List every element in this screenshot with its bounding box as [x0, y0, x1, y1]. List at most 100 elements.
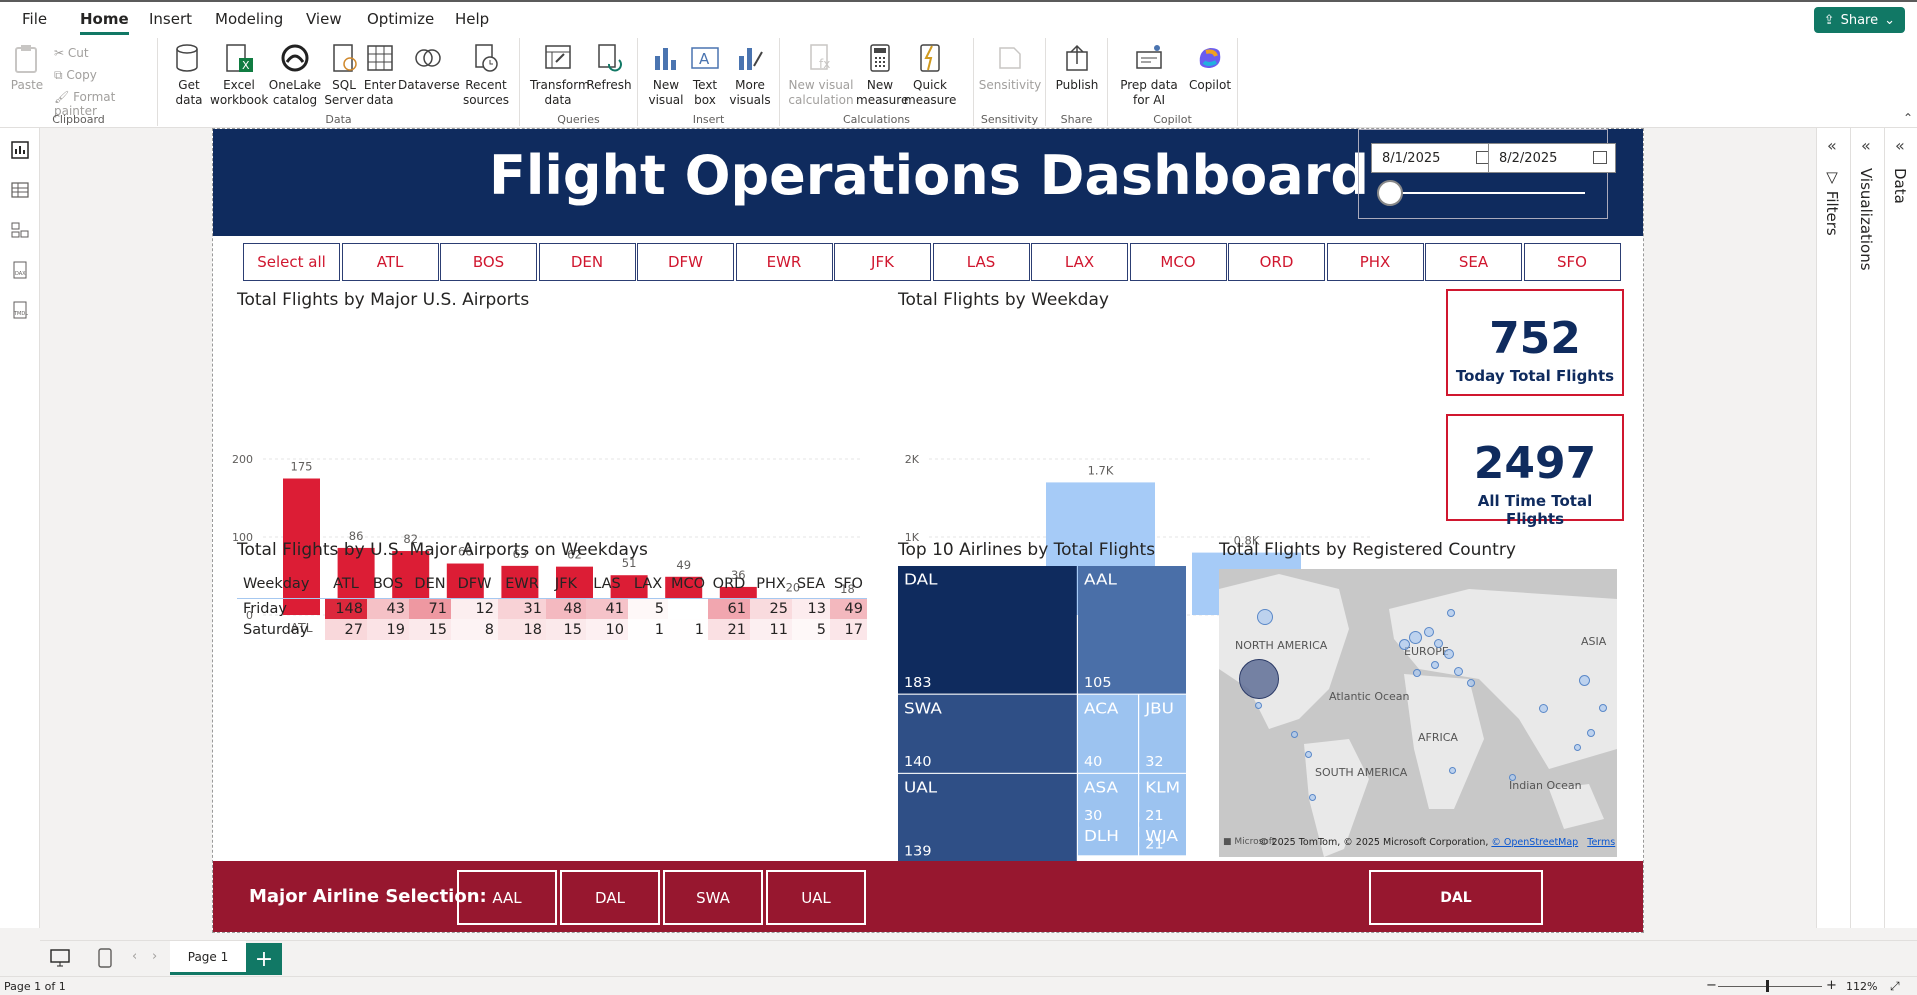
- dataverse-button[interactable]: Dataverse: [398, 42, 460, 93]
- matrix-column-header[interactable]: DEN: [409, 571, 451, 598]
- zoom-slider-track[interactable]: [1718, 986, 1822, 987]
- zoom-out-button[interactable]: −: [1706, 978, 1717, 993]
- date-slider-track[interactable]: [1389, 192, 1585, 194]
- menu-tab-view[interactable]: View: [306, 10, 342, 28]
- terms-link[interactable]: Terms: [1587, 837, 1615, 848]
- treemap-cell-jbu[interactable]: JBU 32: [1139, 694, 1186, 773]
- map-bubble[interactable]: [1409, 631, 1422, 644]
- openstreetmap-link[interactable]: © OpenStreetMap: [1491, 837, 1578, 848]
- data-pane[interactable]: « Data: [1884, 128, 1917, 928]
- treemap-cell-ual[interactable]: UAL 139: [898, 773, 1077, 862]
- report-view-icon[interactable]: [10, 140, 30, 160]
- airline-button-ual[interactable]: UAL: [766, 870, 866, 925]
- dax-query-view-icon[interactable]: DAX: [10, 260, 30, 280]
- paste-button[interactable]: Paste: [8, 42, 46, 93]
- map-bubble[interactable]: [1454, 667, 1463, 676]
- map-bubble[interactable]: [1434, 639, 1443, 648]
- treemap-cell-dlh[interactable]: DLH: [1078, 822, 1138, 856]
- new-visual-button[interactable]: New visual: [646, 42, 686, 108]
- visualizations-pane[interactable]: « Visualizations: [1850, 128, 1884, 928]
- onelake-catalog-button[interactable]: OneLake catalog: [266, 42, 324, 108]
- sql-server-button[interactable]: SQL Server: [324, 42, 364, 108]
- airport-button-dfw[interactable]: DFW: [637, 243, 734, 281]
- enter-data-button[interactable]: Enter data: [362, 42, 398, 108]
- map-bubble[interactable]: [1257, 609, 1273, 625]
- desktop-layout-icon[interactable]: [50, 949, 70, 967]
- map-bubble[interactable]: [1509, 774, 1516, 781]
- airport-select-all-button[interactable]: Select all: [243, 243, 340, 281]
- table-view-icon[interactable]: [10, 180, 30, 200]
- copy-button[interactable]: ⧉ Copy: [54, 68, 97, 83]
- menu-tab-insert[interactable]: Insert: [149, 10, 192, 28]
- menu-tab-modeling[interactable]: Modeling: [215, 10, 283, 28]
- map-bubble[interactable]: [1424, 627, 1434, 637]
- map-bubble[interactable]: [1431, 661, 1439, 669]
- menu-tab-home[interactable]: Home: [80, 10, 129, 35]
- matrix-column-header[interactable]: PHX: [750, 571, 792, 598]
- matrix-row-header[interactable]: Friday: [237, 598, 325, 619]
- matrix-column-header[interactable]: SEA: [792, 571, 830, 598]
- collapse-ribbon-icon[interactable]: ⌃: [1903, 111, 1913, 125]
- zoom-in-button[interactable]: +: [1826, 978, 1837, 993]
- page-tab-page-1[interactable]: Page 1: [170, 941, 246, 975]
- map-bubble[interactable]: [1449, 767, 1456, 774]
- text-box-button[interactable]: A Text box: [686, 42, 724, 108]
- airport-button-lax[interactable]: LAX: [1031, 243, 1128, 281]
- matrix-column-header[interactable]: ATL: [325, 571, 367, 598]
- matrix-column-header[interactable]: LAS: [586, 571, 628, 598]
- get-data-button[interactable]: Get data: [166, 42, 212, 108]
- tmdl-view-icon[interactable]: TMDL: [10, 300, 30, 320]
- map-bubble[interactable]: [1574, 744, 1581, 751]
- treemap-cell-aal[interactable]: AAL 105: [1078, 566, 1186, 694]
- copilot-button[interactable]: Copilot: [1186, 42, 1234, 93]
- treemap-cell-dal[interactable]: DAL 183: [898, 566, 1077, 694]
- airport-button-ewr[interactable]: EWR: [735, 243, 833, 281]
- treemap-cell-wja[interactable]: WJA 21: [1139, 822, 1186, 856]
- sensitivity-button[interactable]: Sensitivity: [978, 42, 1042, 93]
- airline-button-aal[interactable]: AAL: [457, 870, 557, 925]
- start-date-input[interactable]: 8/1/2025: [1371, 143, 1499, 173]
- add-page-button[interactable]: +: [246, 943, 282, 975]
- new-measure-button[interactable]: New measure: [856, 42, 908, 108]
- matrix-column-header[interactable]: BOS: [367, 571, 409, 598]
- map-bubble[interactable]: [1399, 639, 1410, 650]
- model-view-icon[interactable]: [10, 220, 30, 240]
- matrix-column-header[interactable]: JFK: [546, 571, 586, 598]
- airport-button-jfk[interactable]: JFK: [834, 243, 931, 281]
- airport-button-sea[interactable]: SEA: [1425, 243, 1522, 281]
- treemap-cell-aca[interactable]: ACA 40: [1078, 694, 1138, 773]
- map-bubble[interactable]: [1413, 669, 1421, 677]
- matrix-row-header[interactable]: Saturday: [237, 619, 325, 640]
- prep-data-for-ai-button[interactable]: Prep data for AI: [1112, 42, 1186, 108]
- matrix-column-header[interactable]: MCO: [668, 571, 708, 598]
- airline-button-swa[interactable]: SWA: [663, 870, 763, 925]
- airline-button-dal[interactable]: DAL: [560, 870, 660, 925]
- map-bubble[interactable]: [1467, 679, 1475, 687]
- matrix-column-header[interactable]: ORD: [708, 571, 750, 598]
- end-date-input[interactable]: 8/2/2025: [1488, 143, 1616, 173]
- treemap-cell-asa[interactable]: ASA 30: [1078, 773, 1138, 827]
- expand-data-icon[interactable]: «: [1895, 136, 1905, 155]
- calendar-icon[interactable]: [1593, 151, 1607, 164]
- map-bubble[interactable]: [1309, 794, 1316, 801]
- publish-button[interactable]: Publish: [1052, 42, 1102, 93]
- filters-pane[interactable]: « ▽ Filters: [1816, 128, 1850, 928]
- date-slider-handle[interactable]: [1377, 180, 1403, 206]
- excel-workbook-button[interactable]: X Excel workbook: [210, 42, 268, 108]
- matrix-column-header[interactable]: DFW: [451, 571, 498, 598]
- treemap-cell-swa[interactable]: SWA 140: [898, 694, 1077, 773]
- map-bubble[interactable]: [1579, 675, 1590, 686]
- mobile-layout-icon[interactable]: [98, 948, 112, 968]
- map-bubble[interactable]: [1291, 731, 1298, 738]
- zoom-slider-handle[interactable]: [1766, 980, 1769, 992]
- new-visual-calculation-button[interactable]: fx New visual calculation: [788, 42, 854, 108]
- treemap-cell-klm[interactable]: KLM 21: [1139, 773, 1186, 827]
- recent-sources-button[interactable]: Recent sources: [458, 42, 514, 108]
- fit-to-page-icon[interactable]: ⤢: [1890, 979, 1900, 994]
- airport-button-den[interactable]: DEN: [538, 243, 636, 281]
- matrix-column-header[interactable]: SFO: [830, 571, 867, 598]
- airport-button-las[interactable]: LAS: [932, 243, 1030, 281]
- menu-tab-file[interactable]: File: [22, 10, 47, 28]
- map-bubble[interactable]: [1444, 649, 1454, 659]
- map-bubble-usa[interactable]: [1239, 659, 1279, 699]
